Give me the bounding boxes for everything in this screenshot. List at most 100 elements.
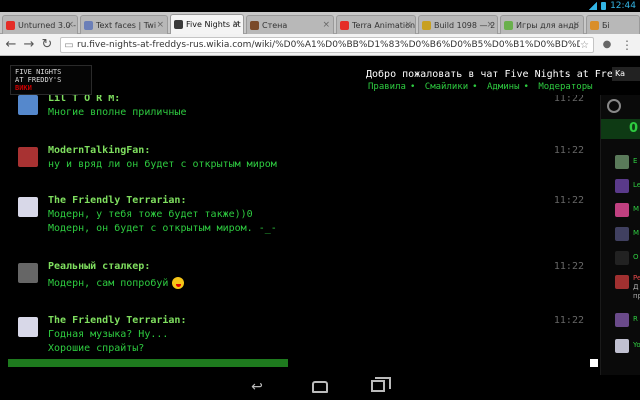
tab-close-icon[interactable]: × (404, 20, 412, 30)
chat-page: FIVE NIGHTS AT FREDDY'S ВИКИ Добро пожал… (0, 57, 640, 375)
tab-label: Бі (602, 20, 610, 30)
avatar[interactable] (18, 147, 38, 167)
welcome-text: Добро пожаловать в чат Five Nights at Fr… (366, 69, 637, 80)
tab-wall[interactable]: Стена × (246, 15, 334, 34)
tongue-out-emoji-icon (172, 277, 185, 289)
separator: • (472, 82, 478, 92)
user-name[interactable]: Yo (633, 341, 640, 349)
wiki-logo[interactable]: FIVE NIGHTS AT FREDDY'S ВИКИ (10, 65, 92, 95)
user-avatar[interactable] (615, 227, 629, 241)
logo-line: FIVE NIGHTS (15, 68, 62, 76)
tab-five-nights[interactable]: Five Nights at × (170, 14, 244, 34)
message-text: Годная музыка? Ну... (48, 329, 169, 340)
message-list[interactable]: Lil T O R M: 11:22 Многие вполне приличн… (8, 95, 598, 359)
tab-close-icon[interactable]: × (322, 20, 330, 30)
chat-header-links: Правила • Смайлики • Админы • Модераторы (368, 82, 593, 92)
message-time: 11:22 (553, 195, 584, 206)
current-user-row[interactable]: 0 (601, 119, 640, 139)
link-moderators[interactable]: Модераторы (538, 82, 592, 92)
overflow-menu-icon[interactable]: ⋮ (620, 37, 634, 53)
tab-unturned[interactable]: Unturned 3.0 - × (2, 15, 78, 34)
tab-terra-animation[interactable]: Terra Animation × (336, 15, 416, 34)
battery-icon (601, 2, 607, 10)
android-icon (504, 20, 513, 30)
avatar[interactable] (18, 197, 38, 217)
address-bar-row: ← → ↻ ▭ ru.five-nights-at-freddys-rus.wi… (0, 34, 640, 56)
user-name[interactable]: M (633, 229, 639, 237)
avatar[interactable] (18, 263, 38, 283)
clock: 12:44 (610, 1, 636, 11)
separator: • (409, 82, 416, 92)
user-avatar[interactable] (615, 339, 629, 353)
user-name[interactable]: R (633, 315, 638, 323)
avatar[interactable] (18, 317, 38, 337)
tab-close-icon[interactable]: × (66, 20, 74, 30)
message-text: ну и вряд ли он будет с открытым миром (48, 159, 277, 170)
site-favicon-icon (84, 20, 93, 30)
scroll-handle[interactable] (590, 359, 598, 367)
user-name[interactable]: O (633, 253, 639, 261)
message-text: Модерн, сам попробуй (48, 278, 169, 289)
user-avatar[interactable] (615, 313, 629, 327)
link-admins[interactable]: Админы (487, 82, 520, 92)
youtube-icon (340, 20, 349, 30)
browser-tab-strip: Unturned 3.0 - × Text faces | Twi × Five… (0, 12, 640, 34)
back-arrow-icon[interactable]: ← (2, 36, 20, 54)
user-name[interactable]: Pe (633, 274, 640, 282)
recent-apps-icon[interactable] (371, 377, 391, 392)
tab-last[interactable]: Бі (586, 15, 640, 34)
microphone-icon[interactable]: ● (600, 37, 614, 53)
user-list-panel: 0 E Le M M O Pe Д пр R Yo (600, 95, 640, 375)
separator: • (523, 82, 529, 92)
forward-arrow-icon[interactable]: → (20, 36, 38, 54)
user-avatar[interactable] (615, 203, 629, 217)
message-author[interactable]: The Friendly Terrarian: (48, 195, 186, 206)
tab-close-icon[interactable]: × (486, 20, 494, 30)
message-author[interactable]: Реальный сталкер: (48, 261, 150, 272)
link-rules[interactable]: Правила (368, 82, 406, 92)
message-author[interactable]: ModernTalkingFan: (48, 145, 150, 156)
user-name[interactable]: Д (633, 283, 638, 291)
user-avatar[interactable] (615, 251, 629, 265)
tab-android-games[interactable]: Игры для андр × (500, 15, 584, 34)
user-name[interactable]: пр (633, 292, 640, 300)
tab-close-icon[interactable]: × (232, 19, 240, 29)
site-favicon-icon (590, 20, 599, 30)
tab-label: Игры для андр (516, 20, 579, 30)
user-name[interactable]: M (633, 205, 639, 213)
status-icons: 12:44 (589, 0, 636, 12)
chat-message: ModernTalkingFan: 11:22 ну и вряд ли он … (18, 145, 588, 185)
url-text: ru.five-nights-at-freddys-rus.wikia.com/… (77, 40, 580, 50)
message-time: 11:22 (553, 261, 584, 272)
message-author[interactable]: Lil T O R M: (48, 95, 120, 104)
user-avatar[interactable] (615, 275, 629, 289)
home-nav-icon[interactable] (312, 381, 328, 393)
url-field[interactable]: ▭ ru.five-nights-at-freddys-rus.wikia.co… (60, 37, 594, 53)
current-user-chip[interactable]: Ka (612, 67, 640, 81)
message-author[interactable]: The Friendly Terrarian: (48, 315, 186, 326)
radiation-icon (422, 20, 431, 30)
user-name[interactable]: Le (633, 181, 640, 189)
user-avatar[interactable] (615, 179, 629, 193)
tab-close-icon[interactable]: × (572, 20, 580, 30)
user-avatar[interactable] (615, 155, 629, 169)
chat-message: Реальный сталкер: 11:22 Модерн, сам попр… (18, 261, 588, 301)
logo-line: ВИКИ (15, 84, 32, 92)
settings-ring-icon[interactable] (607, 99, 621, 113)
tab-close-icon[interactable]: × (156, 20, 164, 30)
avatar[interactable] (18, 95, 38, 115)
android-status-bar: 12:44 (0, 0, 640, 12)
signal-icon (589, 2, 598, 10)
reload-icon[interactable]: ↻ (38, 36, 56, 54)
message-text: Модерн, он будет с открытым миром. -_- (48, 223, 277, 234)
back-nav-icon[interactable]: ↩ (244, 379, 270, 396)
bookmark-star-icon[interactable]: ☆ (580, 40, 589, 51)
user-name[interactable]: E (633, 157, 637, 165)
tab-text-faces[interactable]: Text faces | Twi × (80, 15, 168, 34)
link-smileys[interactable]: Смайлики (425, 82, 468, 92)
message-time: 11:22 (553, 95, 584, 104)
youtube-icon (6, 20, 15, 30)
tab-label: Стена (262, 20, 288, 30)
tab-build[interactable]: Build 1098 — 2 × (418, 15, 498, 34)
message-input-bar[interactable] (8, 359, 288, 367)
